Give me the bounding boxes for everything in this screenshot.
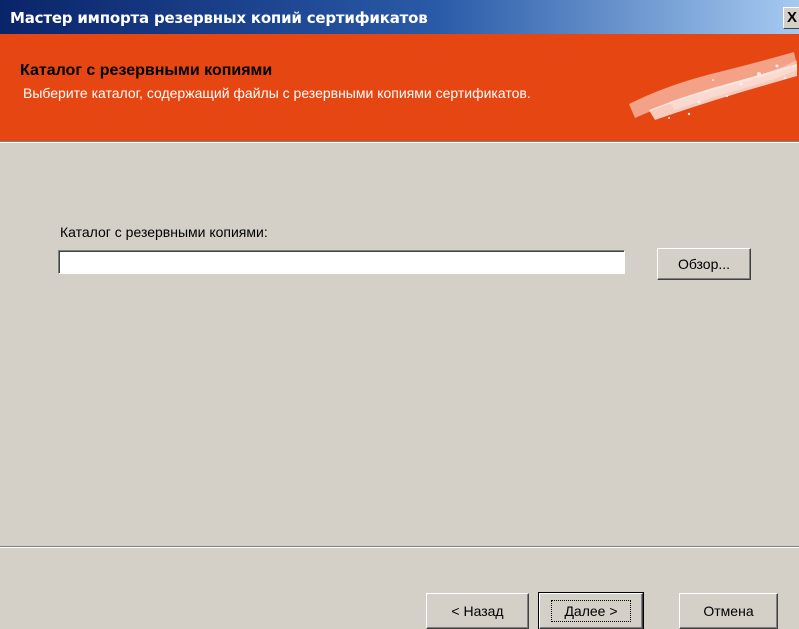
certificate-stamp-icon (629, 52, 797, 120)
folder-label: Каталог с резервными копиями: (60, 224, 268, 240)
cancel-button[interactable]: Отмена (679, 593, 778, 629)
page-title: Каталог с резервными копиями (20, 62, 273, 79)
next-button-label: Далее > (551, 600, 631, 622)
header-banner: Каталог с резервными копиями Выберите ка… (0, 34, 799, 141)
folder-path-input[interactable] (58, 250, 625, 274)
next-button[interactable]: Далее > (538, 592, 644, 629)
page-description: Выберите каталог, содержащий файлы с рез… (23, 85, 531, 101)
close-icon[interactable]: X (783, 7, 799, 29)
footer-separator (0, 546, 799, 548)
browse-button[interactable]: Обзор... (657, 248, 751, 280)
window-title: Мастер импорта резервных копий сертифика… (10, 9, 428, 27)
title-bar: Мастер импорта резервных копий сертифика… (0, 0, 799, 34)
header-separator (0, 141, 799, 143)
back-button[interactable]: < Назад (426, 593, 529, 629)
